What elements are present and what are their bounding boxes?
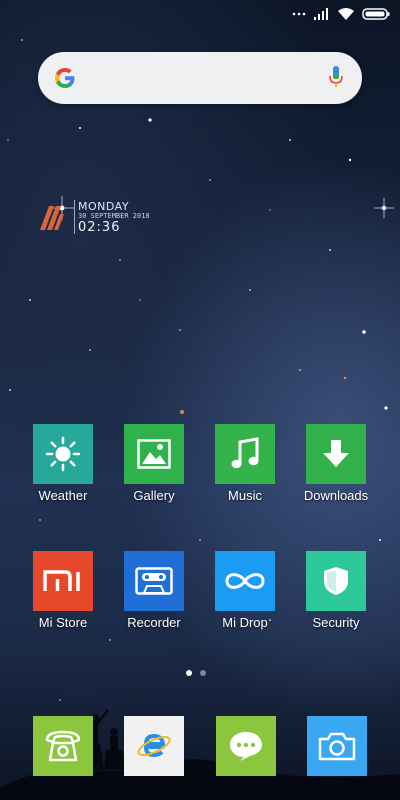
app-label: Weather: [38, 488, 88, 503]
clock-widget[interactable]: MONDAY 30 SEPTEMBER 2018 02:36: [36, 196, 176, 240]
app-downloads[interactable]: Downloads: [291, 424, 381, 503]
app-weather[interactable]: Weather: [18, 424, 108, 503]
widget-date: 30 SEPTEMBER 2018: [78, 212, 150, 220]
app-label: Gallery: [133, 488, 175, 503]
cassette-icon: [124, 551, 184, 611]
mi-logo-icon: [33, 551, 93, 611]
dock-browser[interactable]: [124, 716, 184, 776]
status-bar: [0, 0, 400, 32]
page-dot-active: [186, 670, 192, 676]
dock-phone[interactable]: [33, 716, 93, 776]
app-mi-drop[interactable]: Mi Drop: [200, 551, 290, 630]
app-gallery[interactable]: Gallery: [109, 424, 199, 503]
wifi-icon: [338, 8, 354, 20]
download-arrow-icon: [306, 424, 366, 484]
picture-icon: [124, 424, 184, 484]
app-label: Music: [228, 488, 262, 503]
infinity-loop-icon: [215, 551, 275, 611]
widget-divider: [74, 200, 75, 234]
page-dot: [200, 670, 206, 676]
mic-icon[interactable]: [328, 65, 344, 91]
app-label: Recorder: [127, 615, 181, 630]
app-music[interactable]: Music: [200, 424, 290, 503]
page-indicator: [186, 670, 206, 676]
widget-time: 02:36: [78, 220, 121, 235]
dock-messaging[interactable]: [216, 716, 276, 776]
battery-icon: [362, 8, 390, 20]
app-label: Mi Store: [38, 615, 88, 630]
app-mi-store[interactable]: Mi Store: [18, 551, 108, 630]
browser-e-icon: [137, 733, 171, 758]
sun-icon: [33, 424, 93, 484]
clock-widget-logo-icon: [40, 206, 64, 230]
signal-icon: [314, 8, 328, 20]
dock-camera[interactable]: [307, 716, 367, 776]
app-label: Mi Drop: [222, 615, 268, 630]
app-security[interactable]: Security: [291, 551, 381, 630]
dots-icon: [292, 12, 306, 16]
chat-bubble-icon: [230, 732, 262, 761]
music-note-icon: [215, 424, 275, 484]
camera-icon: [318, 732, 356, 761]
app-label: Downloads: [303, 488, 369, 503]
app-recorder[interactable]: Recorder: [109, 551, 199, 630]
google-search-bar[interactable]: [38, 52, 362, 104]
telephone-icon: [45, 730, 81, 762]
wallpaper-starfield: [7, 39, 394, 701]
shield-icon: [306, 551, 366, 611]
app-label: Security: [312, 615, 360, 630]
google-g-logo: [55, 68, 75, 88]
